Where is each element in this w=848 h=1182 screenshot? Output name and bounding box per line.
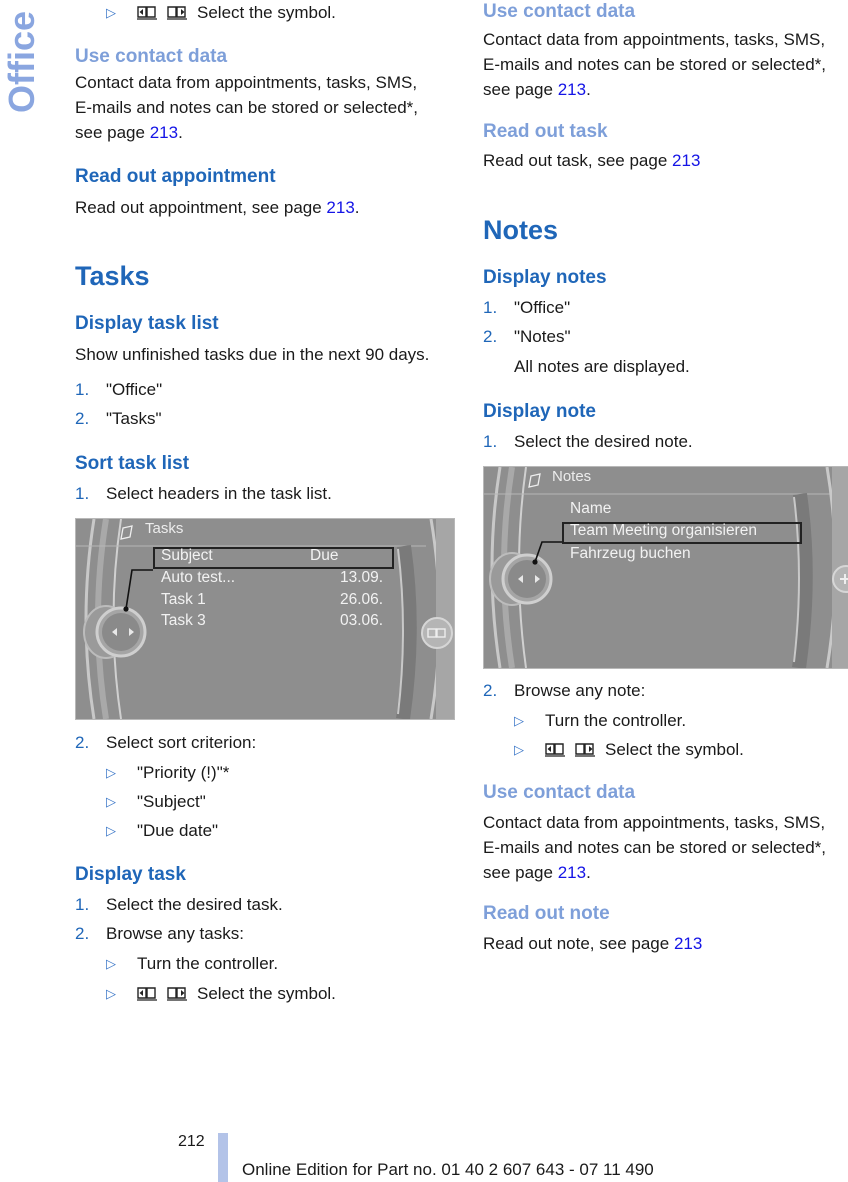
book-next-icon xyxy=(167,6,187,20)
column-header-subject[interactable]: Subject xyxy=(161,547,213,565)
triangle-bullet-icon: ▷ xyxy=(514,742,524,757)
note-row[interactable]: Team Meeting organisieren xyxy=(570,522,757,540)
heading-display-task-list: Display task list xyxy=(75,313,219,334)
page-link-213[interactable]: 213 xyxy=(326,198,354,217)
triangle-bullet-icon: ▷ xyxy=(106,765,116,780)
chapter-tab-office: Office xyxy=(1,10,42,114)
heading-use-contact-data: Use contact data xyxy=(483,782,636,803)
book-next-icon xyxy=(167,987,187,1001)
heading-display-note: Display note xyxy=(483,401,596,422)
triangle-bullet-icon: ▷ xyxy=(514,713,524,728)
contact-data-text: Contact data from appointments, tasks, S… xyxy=(483,813,827,882)
task-row-due: 03.06. xyxy=(340,612,384,629)
book-prev-icon xyxy=(545,743,565,757)
heading-read-out-appointment: Read out appointment xyxy=(75,166,276,187)
triangle-bullet-icon: ▷ xyxy=(106,956,116,971)
read-out-note-text: Read out note, see page 213 xyxy=(483,934,703,953)
read-out-appointment-text: Read out appointment, see page 213. xyxy=(75,198,360,217)
page-link-213[interactable]: 213 xyxy=(150,123,178,142)
screen-title-notes: Notes xyxy=(552,468,592,485)
task-row-subject[interactable]: Task 1 xyxy=(161,591,206,609)
section-title-notes: Notes xyxy=(483,215,559,245)
screen-title-tasks: Tasks xyxy=(145,520,184,537)
task-row-due: 13.09. xyxy=(340,569,384,586)
heading-sort-task-list: Sort task list xyxy=(75,453,190,474)
task-row-subject[interactable]: Task 3 xyxy=(161,612,206,630)
task-row-subject[interactable]: Auto test... xyxy=(161,569,235,587)
heading-use-contact-data: Use contact data xyxy=(483,1,636,22)
book-prev-icon xyxy=(137,6,157,20)
heading-use-contact-data: Use contact data xyxy=(75,46,228,67)
triangle-bullet-icon: ▷ xyxy=(106,823,116,838)
note-row[interactable]: Fahrzeug buchen xyxy=(570,545,691,563)
bullet-text: Select the symbol. xyxy=(197,3,336,22)
page-link-213[interactable]: 213 xyxy=(558,80,586,99)
tasks-screen-image: Tasks Subject Due Auto test... 13.09. Ta… xyxy=(75,518,455,720)
screen-frame xyxy=(484,467,848,668)
page-link-213[interactable]: 213 xyxy=(558,863,586,882)
triangle-bullet-icon: ▷ xyxy=(106,5,116,20)
heading-display-task: Display task xyxy=(75,864,186,885)
heading-read-out-note: Read out note xyxy=(483,903,610,924)
notes-screen-image: Notes Name Team Meeting organisieren Fah… xyxy=(483,466,848,669)
page-link-213[interactable]: 213 xyxy=(674,934,702,953)
display-task-list-text: Show unfinished tasks due in the next 90… xyxy=(75,345,430,364)
task-row-due: 26.06. xyxy=(340,591,384,608)
read-out-task-text: Read out task, see page 213 xyxy=(483,151,701,170)
page-number: 212 xyxy=(178,1133,205,1150)
triangle-bullet-icon: ▷ xyxy=(106,794,116,809)
footer-accent-bar xyxy=(218,1133,228,1182)
heading-display-notes: Display notes xyxy=(483,267,607,288)
page-link-213[interactable]: 213 xyxy=(672,151,700,170)
section-title-tasks: Tasks xyxy=(75,261,150,291)
heading-read-out-task: Read out task xyxy=(483,121,608,142)
contact-data-text: Contact data from appointments, tasks, S… xyxy=(483,30,827,99)
column-header-due[interactable]: Due xyxy=(310,547,338,565)
footer-edition-text: Online Edition for Part no. 01 40 2 607 … xyxy=(242,1160,654,1179)
contact-data-text: Contact data from appointments, tasks, S… xyxy=(75,73,419,142)
book-next-icon xyxy=(575,743,595,757)
triangle-bullet-icon: ▷ xyxy=(106,986,116,1001)
notes-displayed-text: All notes are displayed. xyxy=(514,357,690,376)
note-list-header: Name xyxy=(570,500,612,517)
book-prev-icon xyxy=(137,987,157,1001)
